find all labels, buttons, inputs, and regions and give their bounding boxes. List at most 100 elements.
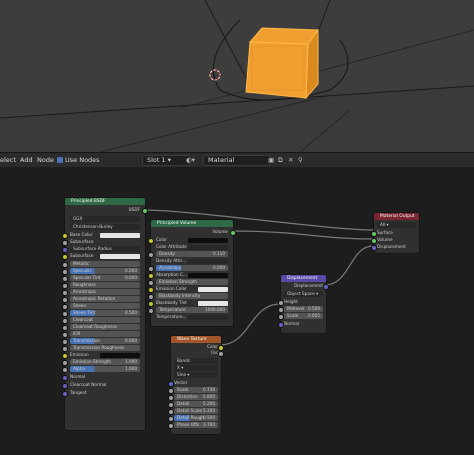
use-nodes-toggle[interactable]: Use Nodes — [57, 155, 100, 165]
blackbody-tint-swatch[interactable] — [198, 301, 228, 306]
alpha-field[interactable]: Alpha 1.000 — [70, 366, 140, 372]
blackbody-tint-socket[interactable] — [148, 301, 154, 307]
subsurface-radius-socket[interactable] — [62, 247, 68, 253]
specular-tint-socket[interactable] — [62, 276, 68, 282]
subsurface-color-swatch[interactable] — [100, 254, 140, 259]
volume-color-swatch[interactable] — [188, 238, 228, 243]
principled-volume-node[interactable]: Principled Volume Volume Color Color Att… — [148, 219, 236, 327]
wave-fac-output-socket[interactable] — [218, 351, 224, 357]
clearcoat-roughness-field[interactable]: Clearcoat Roughness — [70, 324, 140, 330]
specular-field[interactable]: Specular 0.500 — [70, 268, 140, 274]
wave-scale-field[interactable]: Scale 0.730 — [174, 387, 218, 393]
sheen-tint-field[interactable]: Sheen Tint 0.500 — [70, 310, 140, 316]
anisotropic-field[interactable]: Anisotropic — [70, 289, 140, 295]
wave-type-dropdown[interactable]: Bands — [174, 358, 218, 364]
clearcoat-normal-socket[interactable] — [62, 383, 68, 389]
sheen-field[interactable]: Sheen — [70, 303, 140, 309]
bsdf-output-socket[interactable] — [142, 208, 148, 214]
slot-dropdown[interactable]: Slot 1 ▾ — [142, 155, 190, 166]
subsurface-radius-field[interactable]: Subsurface Radius — [70, 246, 140, 252]
wave-direction-dropdown[interactable]: X ▾ — [174, 365, 218, 371]
emission-strength-socket[interactable] — [62, 360, 68, 366]
transmission-field[interactable]: Transmission 0.000 — [70, 338, 140, 344]
base-color-socket[interactable] — [62, 233, 68, 239]
clearcoat-field[interactable]: Clearcoat — [70, 317, 140, 323]
midlevel-socket[interactable] — [278, 307, 284, 313]
material-name-field[interactable]: Material — [203, 155, 271, 166]
wave-detail-scale-socket[interactable] — [168, 409, 174, 415]
roughness-field[interactable]: Roughness — [70, 282, 140, 288]
clearcoat-roughness-socket[interactable] — [62, 325, 68, 331]
specular-tint-field[interactable]: Specular Tint 0.000 — [70, 275, 140, 281]
anisotropy-field[interactable]: Anisotropy 0.000 — [156, 265, 228, 271]
distribution-dropdown[interactable]: GGX — [70, 216, 140, 222]
wave-texture-node[interactable]: Wave Texture Color Fac Bands X ▾ Sine ▾ … — [168, 335, 224, 435]
volume-emission-strength-field[interactable]: Emission Strength — [156, 279, 228, 285]
emission-color-swatch[interactable] — [100, 353, 140, 358]
displacement-node[interactable]: Displacement Displacement Object Space ▾… — [278, 274, 329, 334]
sss-method-dropdown[interactable]: Christensen-Burley — [70, 224, 140, 230]
displacement-output-socket[interactable] — [323, 284, 329, 290]
color-attribute-field[interactable] — [188, 245, 228, 250]
emission-socket[interactable] — [62, 353, 68, 359]
wave-phase-socket[interactable] — [168, 423, 174, 429]
menu-node[interactable]: Node — [34, 155, 57, 165]
absorption-swatch[interactable] — [188, 273, 228, 278]
specular-socket[interactable] — [62, 269, 68, 275]
temperature-field[interactable]: Temperature 1000.000 — [156, 307, 228, 313]
wave-detail-scale-field[interactable]: Detail Scale 5.200 — [174, 408, 218, 414]
wave-distortion-socket[interactable] — [168, 395, 174, 401]
clearcoat-socket[interactable] — [62, 318, 68, 324]
node-editor[interactable]: Principled BSDF BSDF GGX Christensen-Bur… — [0, 167, 474, 455]
anisotropic-rotation-socket[interactable] — [62, 297, 68, 303]
pin-icon[interactable]: ⚲ — [298, 155, 303, 165]
wave-detail-field[interactable]: Detail 5.200 — [174, 401, 218, 407]
sheen-socket[interactable] — [62, 304, 68, 310]
transmission-roughness-field[interactable]: Transmission Roughness — [70, 345, 140, 351]
absorption-socket[interactable] — [148, 273, 154, 279]
volume-output-socket[interactable] — [230, 230, 236, 236]
emission-strength-field[interactable]: Emission Strength 1.000 — [70, 359, 140, 365]
metallic-field[interactable]: Metallic — [70, 261, 140, 267]
3d-viewport[interactable] — [0, 0, 474, 152]
volume-emission-strength-socket[interactable] — [148, 280, 154, 286]
volume-color-socket[interactable] — [148, 238, 154, 244]
wave-detail-roughness-field[interactable]: Detail Rough 0.500 — [174, 415, 218, 421]
wave-detail-roughness-socket[interactable] — [168, 416, 174, 422]
roughness-socket[interactable] — [62, 283, 68, 289]
displacement-normal-socket[interactable] — [278, 322, 284, 328]
blackbody-intensity-field[interactable]: Blackbody Intensity — [156, 293, 228, 299]
anisotropic-rotation-field[interactable]: Anisotropic Rotation — [70, 296, 140, 302]
transmission-socket[interactable] — [62, 339, 68, 345]
duplicate-icon[interactable]: ⧉ — [278, 155, 283, 165]
base-color-swatch[interactable] — [100, 233, 140, 238]
anisotropy-socket[interactable] — [148, 266, 154, 272]
ior-socket[interactable] — [62, 332, 68, 338]
output-target-dropdown[interactable]: All ▾ — [377, 222, 416, 228]
wave-scale-socket[interactable] — [168, 388, 174, 394]
density-socket[interactable] — [148, 252, 154, 258]
menu-add[interactable]: Add — [17, 155, 36, 165]
output-displacement-socket[interactable] — [371, 245, 377, 251]
material-browse-icon[interactable]: ◐▾ — [186, 155, 195, 165]
unlink-icon[interactable]: ✕ — [288, 155, 293, 165]
blackbody-intensity-socket[interactable] — [148, 294, 154, 300]
wave-distortion-field[interactable]: Distortion 5.800 — [174, 394, 218, 400]
density-field[interactable]: Density 0.110 — [156, 251, 228, 257]
emission-color-swatch[interactable] — [198, 287, 228, 292]
alpha-socket[interactable] — [62, 367, 68, 373]
principled-bsdf-node[interactable]: Principled BSDF BSDF GGX Christensen-Bur… — [62, 197, 148, 431]
tangent-socket[interactable] — [62, 391, 68, 397]
wave-phase-field[interactable]: Phase Offs 3.700 — [174, 422, 218, 428]
selected-cube[interactable] — [245, 27, 319, 100]
transmission-roughness-socket[interactable] — [62, 346, 68, 352]
displacement-scale-field[interactable]: Scale 0.055 — [284, 313, 323, 319]
anisotropic-socket[interactable] — [62, 290, 68, 296]
wave-profile-dropdown[interactable]: Sine ▾ — [174, 372, 218, 378]
midlevel-field[interactable]: Midlevel 0.500 — [284, 306, 323, 312]
emission-color-socket[interactable] — [148, 287, 154, 293]
height-socket[interactable] — [278, 300, 284, 306]
material-output-node[interactable]: Material Output All ▾ Surface Volume Dis… — [371, 212, 420, 254]
ior-field[interactable]: IOR — [70, 331, 140, 337]
temperature-attribute-field[interactable] — [188, 315, 228, 320]
